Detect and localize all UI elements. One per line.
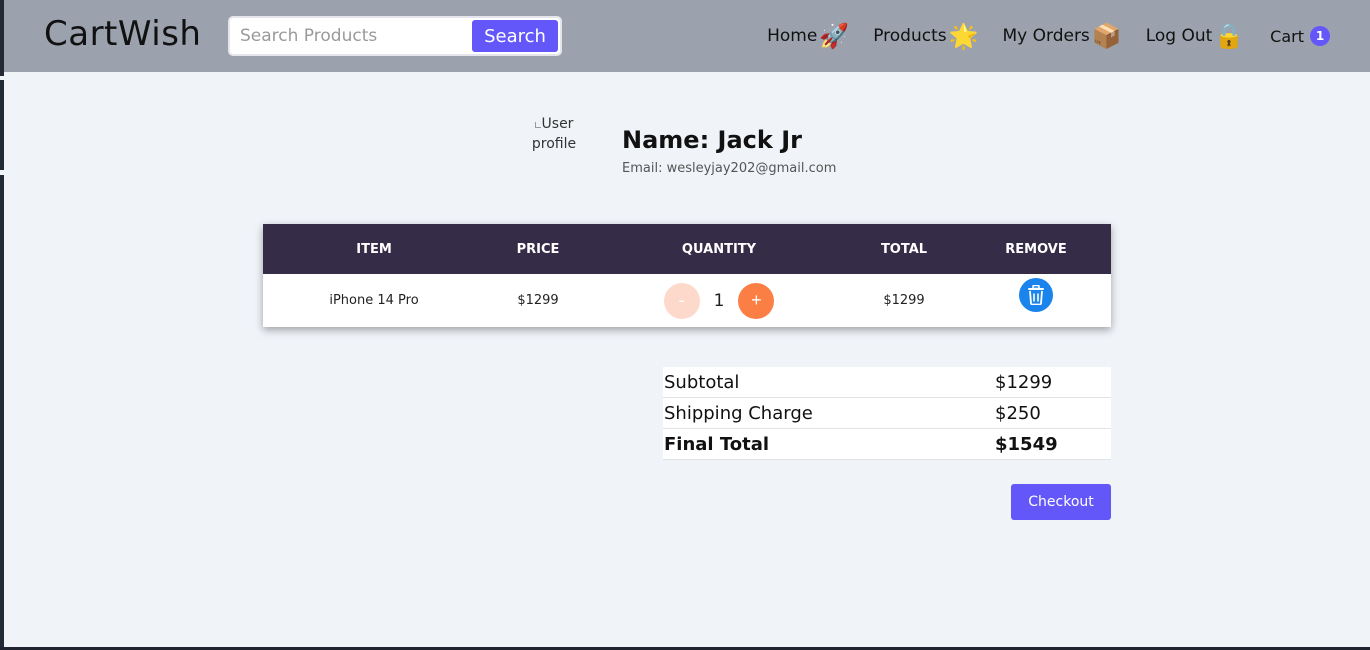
nav-logout-link[interactable]: Log Out 🔒 xyxy=(1146,24,1244,48)
nav-home-link[interactable]: Home 🚀 xyxy=(767,24,849,48)
cart-count-badge: 1 xyxy=(1310,26,1330,46)
brand-logo[interactable]: CartWish xyxy=(44,14,201,54)
header-item: ITEM xyxy=(356,241,392,257)
cart-table: ITEM PRICE QUANTITY TOTAL REMOVE iPhone … xyxy=(263,224,1111,327)
navbar: CartWish Search Home 🚀 Products 🌟 My Ord… xyxy=(4,0,1370,72)
shipping-value: $250 xyxy=(995,402,1041,424)
search-input[interactable] xyxy=(232,20,472,52)
nav-products-link[interactable]: Products 🌟 xyxy=(873,24,978,48)
header-remove: REMOVE xyxy=(1005,241,1067,257)
nav-logout-label: Log Out xyxy=(1145,26,1213,46)
trash-icon xyxy=(1028,284,1044,305)
star-icon: 🌟 xyxy=(948,22,979,50)
rocket-icon: 🚀 xyxy=(819,22,850,50)
table-row: iPhone 14 Pro $1299 - 1 + $1299 xyxy=(263,274,1111,327)
final-total-value: $1549 xyxy=(995,433,1058,455)
subtotal-value: $1299 xyxy=(995,371,1053,393)
header-total: TOTAL xyxy=(880,241,928,257)
profile-info: Name: Jack Jr Email: wesleyjay202@gmail.… xyxy=(622,112,836,192)
profile-email: Email: wesleyjay202@gmail.com xyxy=(622,161,837,176)
nav-cart-link[interactable]: Cart 1 xyxy=(1270,26,1330,46)
nav-orders-label: My Orders xyxy=(1002,26,1090,46)
nav-cart-label: Cart xyxy=(1270,26,1304,46)
order-summary: Subtotal $1299 Shipping Charge $250 Fina… xyxy=(663,367,1111,460)
package-icon: 📦 xyxy=(1091,22,1122,50)
subtotal-row: Subtotal $1299 xyxy=(663,367,1111,398)
item-price: $1299 xyxy=(517,293,559,308)
shipping-row: Shipping Charge $250 xyxy=(663,398,1111,429)
final-total-row: Final Total $1549 xyxy=(663,429,1111,460)
user-profile: User profile Name: Jack Jr Email: wesley… xyxy=(514,112,837,192)
profile-name: Name: Jack Jr xyxy=(622,126,802,154)
broken-image-icon xyxy=(534,122,541,128)
increase-quantity-button[interactable]: + xyxy=(738,282,775,319)
remove-item-button[interactable] xyxy=(1019,277,1053,312)
nav-orders-link[interactable]: My Orders 📦 xyxy=(1002,24,1121,48)
nav-home-label: Home xyxy=(767,26,818,46)
lock-icon: 🔒 xyxy=(1214,22,1245,50)
shipping-label: Shipping Charge xyxy=(664,402,813,424)
quantity-value: 1 xyxy=(713,290,725,311)
nav-products-label: Products xyxy=(873,26,947,46)
header-price: PRICE xyxy=(516,241,560,257)
remove-cell xyxy=(961,277,1111,312)
subtotal-label: Subtotal xyxy=(664,371,740,393)
nav-links: Home 🚀 Products 🌟 My Orders 📦 Log Out 🔒 … xyxy=(743,0,1370,72)
search-button[interactable]: Search xyxy=(472,20,558,52)
header-quantity: QUANTITY xyxy=(681,241,757,257)
quantity-stepper: - 1 + xyxy=(591,282,847,319)
app: CartWish Search Home 🚀 Products 🌟 My Ord… xyxy=(4,0,1370,647)
item-total: $1299 xyxy=(883,293,925,308)
item-name: iPhone 14 Pro xyxy=(329,293,419,308)
decrease-quantity-button[interactable]: - xyxy=(663,282,700,319)
avatar: User profile xyxy=(514,112,594,192)
final-total-label: Final Total xyxy=(664,433,770,455)
search-form: Search xyxy=(228,16,562,56)
checkout-button[interactable]: Checkout xyxy=(1011,484,1111,520)
table-header: ITEM PRICE QUANTITY TOTAL REMOVE xyxy=(263,224,1111,274)
